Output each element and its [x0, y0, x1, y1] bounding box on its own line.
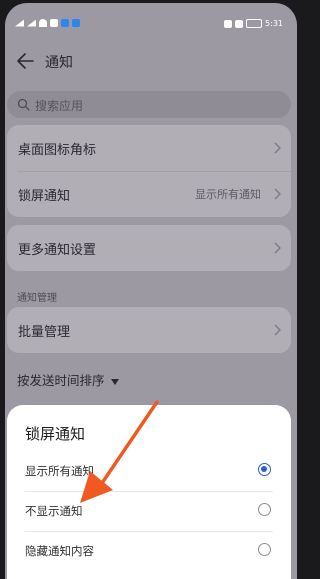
signal-icon-2: [27, 19, 36, 27]
badge-row[interactable]: 桌面图标角标: [7, 125, 291, 171]
chevron-right-icon: [274, 142, 281, 154]
vibrate-icon: [235, 19, 244, 28]
more-settings-card: 更多通知设置: [7, 225, 291, 271]
battery-icon: [246, 19, 263, 28]
option-hide-all[interactable]: 不显示通知: [7, 491, 291, 531]
more-settings-row[interactable]: 更多通知设置: [7, 225, 291, 271]
option-label: 显示所有通知: [25, 464, 94, 478]
radio-unselected-icon[interactable]: [258, 503, 271, 516]
app-icon-2: [72, 19, 80, 27]
status-time: 5:31: [265, 19, 283, 28]
radio-unselected-icon[interactable]: [258, 543, 271, 556]
option-label: 不显示通知: [25, 504, 83, 518]
status-icons-left: [15, 19, 80, 27]
radio-selected-icon[interactable]: [258, 463, 271, 476]
sort-label: 按发送时间排序: [17, 373, 105, 388]
lock-screen-row[interactable]: 锁屏通知 显示所有通知: [7, 171, 291, 217]
notification-icon: [50, 19, 58, 27]
signal-icon: [15, 19, 24, 27]
search-icon: [17, 98, 30, 111]
search-bar[interactable]: [7, 91, 291, 118]
option-hide-content[interactable]: 隐藏通知内容: [7, 531, 291, 571]
chevron-right-icon: [274, 324, 281, 336]
badge-row-label: 桌面图标角标: [18, 143, 97, 158]
page-title: 通知: [45, 55, 73, 71]
wifi-icon: [39, 19, 47, 27]
more-settings-row-label: 更多通知设置: [18, 243, 97, 258]
lock-screen-row-value: 显示所有通知: [195, 188, 261, 201]
lock-screen-row-label: 锁屏通知: [18, 189, 71, 204]
batch-row[interactable]: 批量管理: [7, 307, 291, 353]
title-bar: 通知: [5, 47, 297, 77]
chevron-right-icon: [274, 242, 281, 254]
status-bar: 5:31: [5, 3, 297, 43]
option-show-all[interactable]: 显示所有通知: [7, 451, 291, 491]
lock-and-badge-card: 桌面图标角标 锁屏通知 显示所有通知: [7, 125, 291, 217]
status-icons-right: 5:31: [224, 19, 283, 28]
back-arrow-icon[interactable]: [15, 49, 37, 73]
caret-down-icon: [110, 378, 119, 385]
app-icon: [61, 19, 69, 27]
batch-row-label: 批量管理: [18, 325, 71, 340]
search-input[interactable]: [33, 95, 277, 116]
lock-screen-sheet: 锁屏通知 显示所有通知 不显示通知 隐藏通知内容: [7, 405, 291, 579]
sheet-title: 锁屏通知: [25, 425, 86, 443]
section-label: 通知管理: [17, 293, 57, 304]
sort-dropdown[interactable]: 按发送时间排序: [17, 370, 119, 389]
nfc-icon: [224, 19, 233, 28]
chevron-right-icon: [274, 188, 281, 200]
batch-card: 批量管理: [7, 307, 291, 353]
option-label: 隐藏通知内容: [25, 544, 94, 558]
phone-screen: 5:31 通知 桌面图标角标 锁屏通知 显示所有通知 更多通知设置: [5, 3, 297, 579]
